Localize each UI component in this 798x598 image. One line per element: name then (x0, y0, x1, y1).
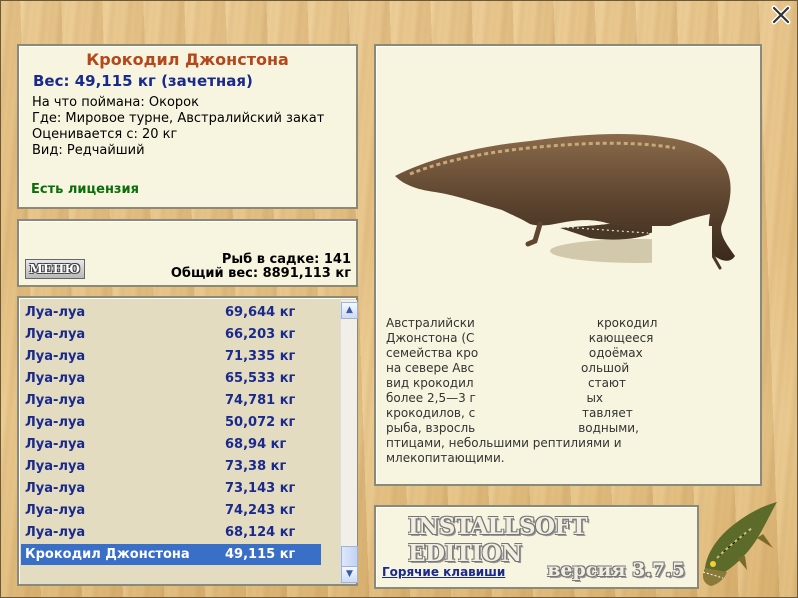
list-item-weight: 73,143 кг (225, 481, 296, 496)
description-line: более 2,5—3 г ых (386, 391, 604, 405)
list-item[interactable]: Луа-луа 73,143 кг (21, 478, 321, 499)
list-item[interactable]: Луа-луа 74,781 кг (21, 390, 321, 411)
list-item-weight: 69,644 кг (225, 305, 296, 320)
list-item-name: Луа-луа (25, 327, 86, 342)
fish-title: Крокодил Джонстона (86, 50, 289, 69)
fish-description-panel: Австралийски крокодил Джонстона (С кающее… (374, 44, 762, 486)
version-label: версия 3.7.5 (547, 559, 685, 581)
license-status: Есть лицензия (31, 182, 139, 197)
list-scrollbar[interactable]: ▲ ▼ (340, 300, 358, 583)
description-line: вид крокодил стают (386, 376, 627, 390)
scroll-up-arrow-icon[interactable]: ▲ (341, 302, 358, 319)
list-item-weight: 65,533 кг (225, 371, 296, 386)
description-line: крокодилов, с тавляет (386, 406, 633, 420)
list-item-name: Луа-луа (25, 481, 86, 496)
list-item[interactable]: Луа-луа 71,335 кг (21, 346, 321, 367)
kind-text: Вид: Редчайший (32, 143, 145, 158)
scroll-down-arrow-icon[interactable]: ▼ (341, 566, 358, 583)
list-item-weight: 66,203 кг (225, 327, 296, 342)
fish-weight: Вес: 49,115 кг (зачетная) (33, 72, 253, 90)
list-item-name: Луа-луа (25, 415, 86, 430)
list-item[interactable]: Луа-луа 68,94 кг (21, 434, 321, 455)
list-item-name: Луа-луа (25, 525, 86, 540)
list-item-name: Луа-луа (25, 459, 86, 474)
list-item-name: Луа-луа (25, 349, 86, 364)
value-text: Оценивается с: 20 кг (32, 127, 178, 142)
list-item-weight: 74,781 кг (225, 393, 296, 408)
list-item[interactable]: Луа-луа 74,243 кг (21, 500, 321, 521)
list-item-name: Луа-луа (25, 371, 86, 386)
catch-stats-panel: МЕНЮ Рыб в садке: 141 Общий вес: 8891,11… (17, 219, 358, 287)
list-item-name: Луа-луа (25, 503, 86, 518)
list-item-name: Луа-луа (25, 393, 86, 408)
catch-list[interactable]: Луа-луа 69,644 кг Луа-луа 66,203 кг Луа-луа 7… (17, 296, 358, 586)
list-item[interactable]: Луа-луа 66,203 кг (21, 324, 321, 345)
list-item-weight: 74,243 кг (225, 503, 296, 518)
description-line: Австралийски крокодил (386, 316, 658, 330)
fish-info-panel: Крокодил Джонстона Вес: 49,115 кг (зачет… (17, 44, 358, 209)
scroll-thumb[interactable] (341, 546, 358, 568)
pike-fish-icon (697, 498, 787, 590)
list-item-weight: 50,072 кг (225, 415, 296, 430)
list-item[interactable]: Луа-луа 50,072 кг (21, 412, 321, 433)
fish-count: Рыб в садке: 141 (221, 252, 351, 267)
description-line: рыба, взросль водными, (386, 421, 639, 435)
list-item-weight: 49,115 кг (225, 547, 296, 562)
description-line: семейства кро одоёмах (386, 346, 643, 360)
list-item[interactable]: Крокодил Джонстона 49,115 кг (21, 544, 321, 565)
description-text: Австралийски крокодил Джонстона (С кающее… (386, 316, 748, 466)
description-line: Джонстона (С кающееся (386, 331, 654, 345)
total-weight: Общий вес: 8891,113 кг (170, 266, 351, 281)
list-item-name: Луа-луа (25, 437, 86, 452)
list-item[interactable]: Луа-луа 65,533 кг (21, 368, 321, 389)
list-item-weight: 68,124 кг (225, 525, 296, 540)
hotkeys-link[interactable]: Горячие клавиши (382, 565, 505, 579)
list-item-name: Крокодил Джонстона (25, 547, 190, 562)
menu-button[interactable]: МЕНЮ (25, 259, 85, 279)
branding-panel: INSTALLSOFT EDITION Горячие клавиши верс… (374, 505, 699, 589)
list-item-weight: 73,38 кг (225, 459, 287, 474)
list-item[interactable]: Луа-луа 69,644 кг (21, 302, 321, 323)
bait-text: На что поймана: Окорок (32, 95, 199, 110)
location-text: Где: Мировое турне, Австралийский закат (32, 111, 325, 126)
description-line: млекопитающими. (386, 451, 505, 465)
list-item[interactable]: Луа-луа 68,124 кг (21, 522, 321, 543)
description-line: на севере Авс ольшой (386, 361, 630, 375)
crocodile-image (390, 106, 750, 296)
close-icon[interactable] (771, 5, 791, 25)
list-item-weight: 71,335 кг (225, 349, 296, 364)
list-item-weight: 68,94 кг (225, 437, 287, 452)
list-item[interactable]: Луа-луа 73,38 кг (21, 456, 321, 477)
list-item-name: Луа-луа (25, 305, 86, 320)
description-line: птицами, небольшими рептилиями и (386, 436, 622, 450)
